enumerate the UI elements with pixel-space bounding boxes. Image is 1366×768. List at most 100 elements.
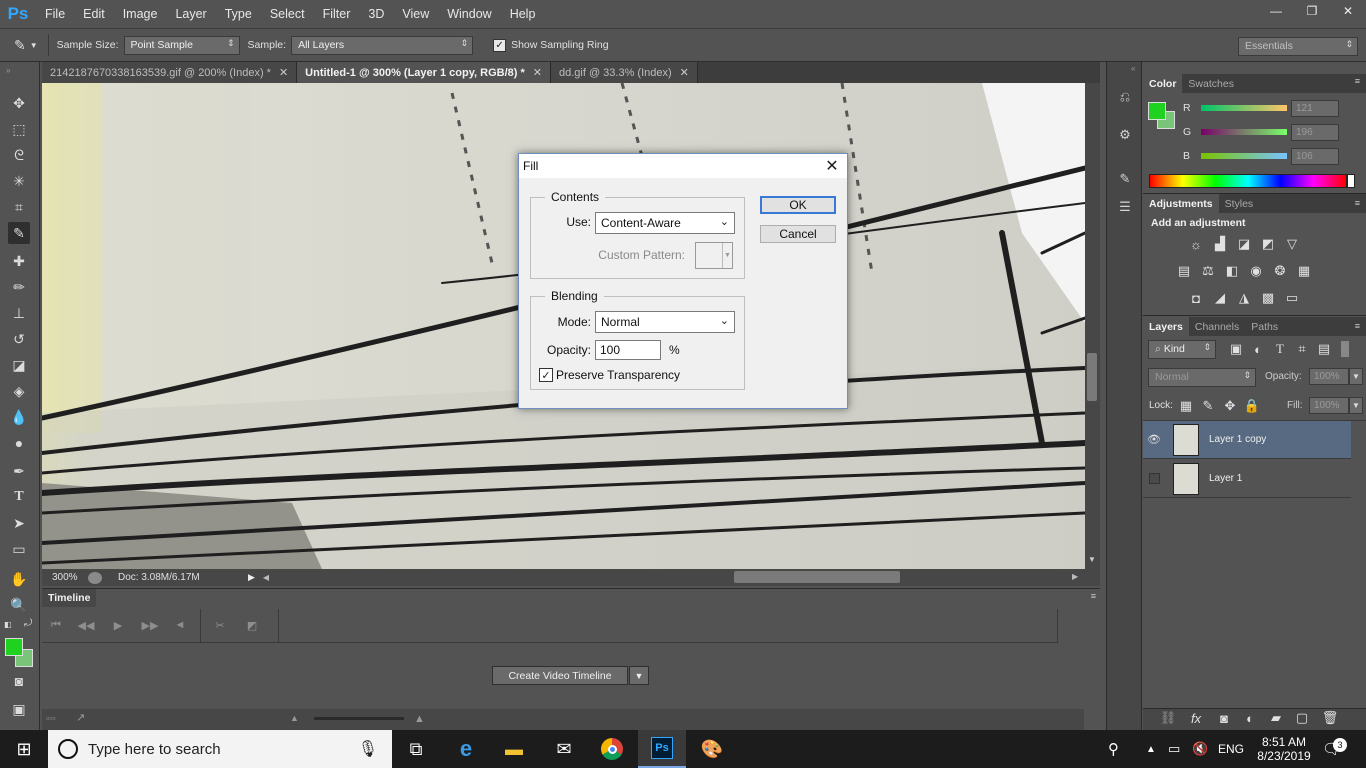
type-tool-icon[interactable]: T (8, 486, 30, 508)
restore-button[interactable]: ❐ (1294, 0, 1330, 22)
filter-adjustment-icon[interactable]: ◐ (1249, 341, 1267, 357)
menu-window[interactable]: Window (438, 0, 500, 28)
transition-icon[interactable]: ◩ (242, 617, 262, 633)
battery-icon[interactable]: ▭ (1168, 730, 1180, 768)
volume-muted-icon[interactable]: 🔇 (1192, 730, 1208, 768)
mail-icon[interactable]: ✉ (540, 730, 588, 768)
tab-adjustments[interactable]: Adjustments (1143, 194, 1219, 213)
brush-settings-icon[interactable]: ☰ (1115, 198, 1135, 216)
hand-tool-icon[interactable]: ✋ (8, 568, 30, 590)
go-to-first-frame-icon[interactable]: ⏮ (46, 617, 66, 633)
color-balance-icon[interactable]: ⚖ (1199, 263, 1217, 279)
lock-transparent-icon[interactable]: ▦ (1177, 398, 1195, 414)
show-sampling-ring-checkbox[interactable]: ✓ (493, 38, 507, 52)
blend-mode-select[interactable]: Normal ⇕ (1148, 368, 1256, 387)
link-layers-icon[interactable]: ⛓ (1159, 710, 1177, 726)
filter-toggle[interactable] (1341, 341, 1349, 357)
language-indicator[interactable]: ENG (1218, 730, 1244, 768)
green-value-field[interactable]: 196 (1291, 124, 1339, 141)
tab-paths[interactable]: Paths (1245, 317, 1284, 336)
layer-name[interactable]: Layer 1 copy (1209, 434, 1266, 445)
add-mask-icon[interactable]: ◙ (1215, 710, 1233, 726)
file-explorer-icon[interactable]: ▬ (490, 730, 538, 768)
filter-pixel-icon[interactable]: ▣ (1227, 341, 1245, 357)
play-icon[interactable]: ▶ (108, 617, 128, 633)
panel-menu-icon[interactable]: ≡ (1355, 321, 1360, 331)
cancel-button[interactable]: Cancel (760, 225, 836, 243)
new-group-icon[interactable]: ▰ (1267, 710, 1285, 726)
layer-name[interactable]: Layer 1 (1209, 473, 1242, 484)
invert-icon[interactable]: ◘ (1187, 290, 1205, 306)
panel-menu-icon[interactable]: ≡ (1355, 76, 1360, 86)
show-hidden-icons-icon[interactable]: ▲ (1146, 730, 1156, 768)
history-brush-tool-icon[interactable]: ↺ (8, 328, 30, 350)
menu-edit[interactable]: Edit (74, 0, 114, 28)
tab-untitled-1[interactable]: Untitled-1 @ 300% (Layer 1 copy, RGB/8) … (297, 62, 551, 83)
zoom-in-timeline-icon[interactable]: ▲ (414, 713, 425, 725)
properties-panel-icon[interactable]: ⚙ (1115, 126, 1135, 144)
collapse-icon[interactable]: « (1131, 64, 1135, 73)
timeline-zoom-slider[interactable] (314, 717, 404, 720)
timeline-tab[interactable]: Timeline (42, 589, 97, 607)
menu-help[interactable]: Help (501, 0, 545, 28)
convert-icon[interactable]: ↗ (76, 711, 85, 724)
create-video-timeline-button[interactable]: Create Video Timeline (492, 666, 628, 685)
close-icon[interactable]: ✕ (533, 66, 542, 79)
layer-row[interactable]: Layer 1 (1143, 460, 1351, 498)
eyedropper-tool-icon[interactable]: ✎ (14, 37, 26, 54)
clock[interactable]: 8:51 AM 8/23/2019 (1250, 730, 1318, 768)
opacity-field[interactable]: 100% (1309, 368, 1349, 385)
panel-menu-icon[interactable]: ≡ (1091, 591, 1096, 601)
exposure-icon[interactable]: ◩ (1259, 236, 1277, 252)
eyedropper-tool-icon[interactable]: ✎ (8, 222, 30, 244)
color-lookup-icon[interactable]: ▦ (1295, 263, 1313, 279)
windows-start-icon[interactable]: ⊞ (0, 730, 48, 768)
mute-audio-icon[interactable]: ◄ (170, 617, 190, 633)
crop-tool-icon[interactable]: ⌗ (8, 196, 30, 218)
sample-size-select[interactable]: Point Sample ⇕ (123, 35, 240, 55)
color-spectrum-bar[interactable] (1149, 174, 1347, 188)
move-tool-icon[interactable]: ✥ (8, 92, 30, 114)
lasso-tool-icon[interactable]: ᘓ (8, 144, 30, 166)
new-layer-icon[interactable]: ▢ (1293, 710, 1311, 726)
filter-shape-icon[interactable]: ⌗ (1293, 341, 1311, 357)
channel-mixer-icon[interactable]: ❂ (1271, 263, 1289, 279)
layer-row[interactable]: 👁 Layer 1 copy (1143, 421, 1351, 459)
lock-image-icon[interactable]: ✎ (1199, 398, 1217, 414)
white-black-swatch[interactable] (1347, 174, 1355, 188)
lock-position-icon[interactable]: ✥ (1221, 398, 1239, 414)
visibility-toggle[interactable] (1143, 473, 1165, 484)
preserve-transparency-checkbox[interactable]: ✓ (539, 368, 553, 382)
red-slider[interactable] (1201, 105, 1287, 111)
tab-color[interactable]: Color (1143, 74, 1183, 93)
clone-stamp-tool-icon[interactable]: ⊥ (8, 302, 30, 324)
menu-3d[interactable]: 3D (359, 0, 393, 28)
blue-slider[interactable] (1201, 153, 1287, 159)
chrome-icon[interactable] (588, 730, 636, 768)
new-adjustment-layer-icon[interactable]: ◐ (1241, 710, 1259, 726)
rectangle-tool-icon[interactable]: ▭ (8, 538, 30, 560)
ok-button[interactable]: OK (760, 196, 836, 214)
delete-layer-icon[interactable]: 🗑 (1321, 710, 1339, 726)
tab-gif-200[interactable]: 2142187670338163539.gif @ 200% (Index) *… (42, 62, 298, 83)
posterize-icon[interactable]: ◢ (1211, 290, 1229, 306)
gradient-map-icon[interactable]: ▭ (1283, 290, 1301, 306)
menu-image[interactable]: Image (114, 0, 167, 28)
opacity-field[interactable]: 100 (595, 340, 661, 360)
tab-dd-gif[interactable]: dd.gif @ 33.3% (Index) ✕ (550, 62, 698, 83)
layer-style-fx-icon[interactable]: fx (1187, 710, 1205, 726)
brush-tool-icon[interactable]: ✏ (8, 276, 30, 298)
blur-tool-icon[interactable]: 💧 (8, 406, 30, 428)
eye-icon[interactable]: 👁 (1143, 433, 1165, 446)
paint-bucket-tool-icon[interactable]: ◈ (8, 380, 30, 402)
black-white-icon[interactable]: ◧ (1223, 263, 1241, 279)
menu-filter[interactable]: Filter (314, 0, 360, 28)
menu-type[interactable]: Type (216, 0, 261, 28)
foreground-color-swatch[interactable] (5, 638, 23, 656)
chevron-down-icon[interactable]: ▼ (1349, 368, 1363, 385)
filter-type-icon[interactable]: T (1271, 341, 1289, 357)
swap-colors-icon[interactable]: ⤾ (24, 618, 32, 629)
photo-filter-icon[interactable]: ◉ (1247, 263, 1265, 279)
screen-mode-icon[interactable]: ▣ (8, 698, 30, 720)
tool-preset-arrow-icon[interactable]: ▼ (30, 41, 38, 50)
